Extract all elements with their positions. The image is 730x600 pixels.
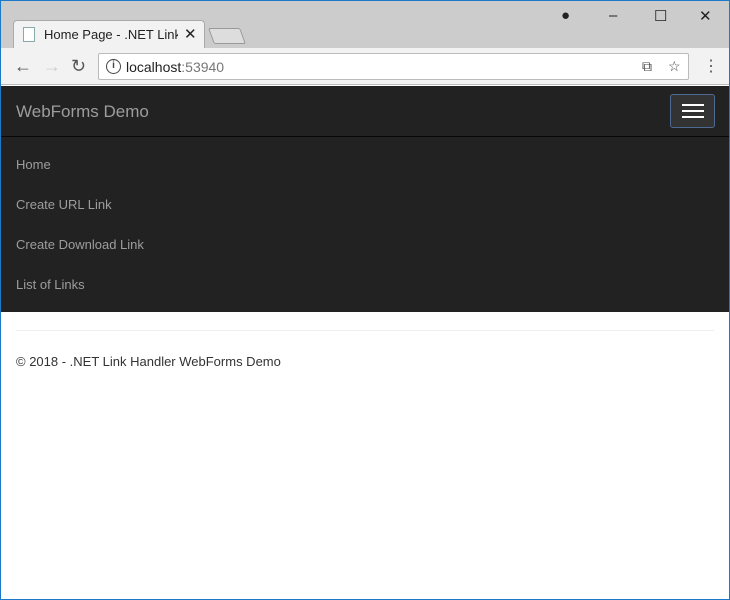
url-port: :53940	[181, 59, 225, 75]
close-window-icon[interactable]: ✕	[699, 7, 712, 25]
navbar-divider	[1, 136, 729, 137]
profile-icon[interactable]: ●	[561, 7, 570, 24]
navbar-toggle-button[interactable]	[670, 94, 715, 128]
footer-divider	[16, 330, 714, 331]
new-tab-button[interactable]	[208, 28, 246, 44]
back-icon[interactable]: ←	[14, 56, 32, 77]
nav-create-url-link[interactable]: Create URL Link	[16, 197, 112, 212]
tab-title: Home Page - .NET Link Handler WebForms D…	[44, 27, 178, 42]
maximize-icon[interactable]: ☐	[654, 7, 667, 25]
footer-text: © 2018 - .NET Link Handler WebForms Demo	[16, 354, 281, 369]
hamburger-icon	[682, 104, 704, 106]
page-icon	[23, 27, 35, 42]
brand-link[interactable]: WebForms Demo	[16, 102, 149, 122]
info-icon[interactable]: i	[106, 59, 121, 74]
browser-titlebar: Home Page - .NET Link Handler WebForms D…	[1, 1, 729, 49]
bookmark-star-icon[interactable]: ☆	[668, 58, 681, 75]
forward-icon[interactable]: →	[43, 56, 61, 77]
address-bar[interactable]: i localhost:53940 ⧉ ☆	[98, 53, 689, 80]
site-navbar: WebForms Demo Home Create URL Link Creat…	[1, 86, 729, 312]
minimize-icon[interactable]: –	[609, 7, 617, 24]
browser-menu-icon[interactable]: ⋮	[703, 56, 719, 76]
hamburger-bar	[682, 110, 704, 112]
url-text[interactable]: localhost:53940	[126, 59, 224, 75]
reload-icon[interactable]: ↻	[71, 56, 86, 77]
close-tab-icon[interactable]: ✕	[184, 25, 197, 43]
url-host: localhost	[126, 59, 182, 75]
hamburger-bar	[682, 116, 704, 118]
nav-home[interactable]: Home	[16, 157, 51, 172]
translate-icon[interactable]: ⧉	[642, 58, 652, 75]
nav-list-of-links[interactable]: List of Links	[16, 277, 85, 292]
browser-toolbar: ← → ↻ i localhost:53940 ⧉ ☆ ⋮	[1, 48, 729, 85]
nav-create-download-link[interactable]: Create Download Link	[16, 237, 144, 252]
